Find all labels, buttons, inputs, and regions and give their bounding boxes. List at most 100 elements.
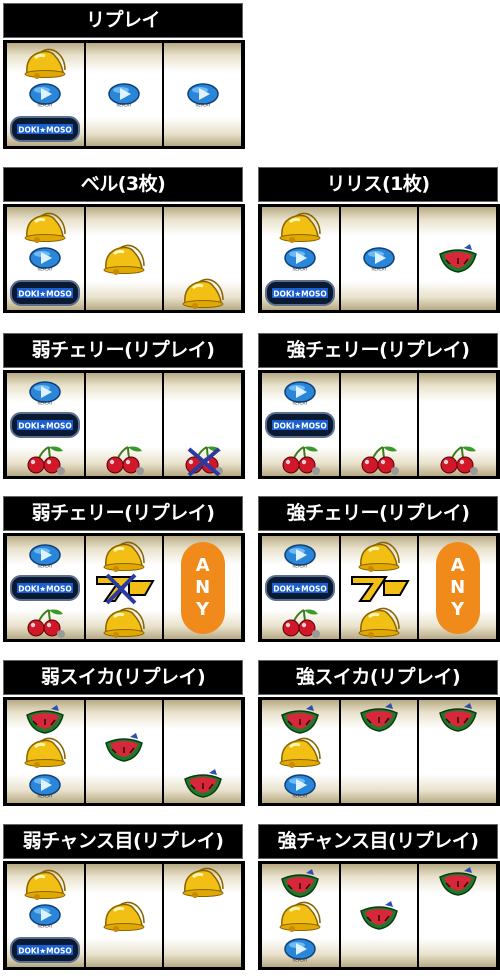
panel-title: 強スイカ(リプレイ): [258, 660, 498, 695]
cherry-icon: [278, 606, 322, 638]
svg-text:REPLAY: REPLAY: [195, 103, 210, 108]
svg-text:DOKI★MOSO: DOKI★MOSO: [19, 947, 73, 956]
panel-title: 弱スイカ(リプレイ): [3, 660, 243, 695]
bell-icon: [100, 607, 148, 638]
reel-2: [85, 700, 163, 803]
bell-icon: [100, 541, 148, 572]
svg-text:REPLAY: REPLAY: [293, 958, 308, 963]
cherry-icon: [102, 443, 146, 475]
reel-3: [164, 373, 242, 477]
replay-icon: REPLAY: [28, 247, 62, 272]
symbol-panel: 弱チェリー(リプレイ) REPLAY DOKI★MOSO ANY: [3, 496, 245, 642]
panel-title: 強チャンス目(リプレイ): [258, 824, 498, 859]
watermelon-icon: [357, 901, 401, 931]
svg-text:REPLAY: REPLAY: [38, 794, 53, 799]
svg-text:DOKI★MOSO: DOKI★MOSO: [19, 126, 73, 135]
svg-text:REPLAY: REPLAY: [372, 267, 387, 272]
reel-window: REPLAY: [258, 697, 500, 806]
svg-text:REPLAY: REPLAY: [293, 267, 308, 272]
svg-text:REPLAY: REPLAY: [38, 103, 53, 108]
any-letter: A: [195, 554, 210, 576]
symbol-panel: ベル(3枚) REPLAY DOKI★MOSO: [3, 167, 245, 313]
svg-text:DOKI★MOSO: DOKI★MOSO: [19, 422, 73, 431]
dokimoso-logo-icon: DOKI★MOSO: [10, 574, 81, 602]
replay-icon: REPLAY: [28, 774, 62, 799]
reel-1: REPLAY DOKI★MOSO: [7, 373, 84, 476]
replay-icon: REPLAY: [283, 774, 317, 799]
reel-3: [419, 373, 497, 476]
reel-window: REPLAY: [258, 861, 500, 970]
any-letter: Y: [451, 598, 465, 620]
reel-3: [419, 700, 497, 803]
symbol-panel: 強チェリー(リプレイ) REPLAY DOKI★MOSO: [258, 333, 500, 479]
bell-icon: [276, 212, 324, 243]
reel-2: [340, 700, 418, 803]
dokimoso-logo-icon: DOKI★MOSO: [10, 936, 81, 964]
reel-2: [340, 373, 418, 476]
dokimoso-logo-icon: DOKI★MOSO: [10, 279, 81, 307]
cherry-icon: [23, 606, 67, 638]
reel-3: [164, 864, 242, 967]
reel-window: REPLAY DOKI★MOSO ANY: [258, 533, 500, 642]
any-letter: N: [450, 576, 466, 598]
symbol-panel: リリス(1枚) REPLAY DOKI★MOSO REPLAY: [258, 167, 500, 313]
any-letter: A: [450, 554, 465, 576]
reel-1: REPLAY DOKI★MOSO: [7, 536, 84, 639]
panel-title: リリス(1枚): [258, 167, 498, 202]
reel-1: REPLAY DOKI★MOSO: [7, 207, 84, 310]
panel-title: 強チェリー(リプレイ): [258, 333, 498, 368]
replay-icon: REPLAY: [283, 938, 317, 963]
reel-3: [164, 207, 242, 310]
watermelon-icon: [278, 869, 322, 899]
panel-title: 弱チャンス目(リプレイ): [3, 824, 243, 859]
svg-text:REPLAY: REPLAY: [38, 267, 53, 272]
reel-window: REPLAY: [3, 697, 245, 806]
reel-1: REPLAY: [7, 700, 84, 803]
watermelon-icon: [23, 705, 67, 735]
reel-window: REPLAY DOKI★MOSO: [3, 861, 245, 970]
reel-2: [85, 536, 163, 639]
panel-title: リプレイ: [3, 3, 243, 38]
watermelon-icon: [278, 705, 322, 735]
reel-window: REPLAY DOKI★MOSO ANY: [3, 533, 245, 642]
reel-3: [419, 864, 497, 967]
bell-icon: [100, 901, 148, 932]
svg-text:REPLAY: REPLAY: [293, 794, 308, 799]
any-badge: ANY: [435, 541, 480, 634]
svg-text:REPLAY: REPLAY: [38, 401, 53, 406]
replay-icon: REPLAY: [107, 83, 141, 108]
symbol-panel: 弱チェリー(リプレイ) REPLAY DOKI★MOSO: [3, 333, 245, 479]
reel-2: [340, 536, 418, 639]
bell-icon: [179, 867, 227, 898]
cherry-crossed-icon: [181, 443, 225, 477]
cherry-icon: [23, 443, 67, 475]
svg-text:REPLAY: REPLAY: [117, 103, 132, 108]
bell-icon: [100, 244, 148, 275]
replay-icon: REPLAY: [186, 83, 220, 108]
dokimoso-logo-icon: DOKI★MOSO: [265, 279, 336, 307]
panel-title: 強チェリー(リプレイ): [258, 496, 498, 531]
bell-icon: [355, 607, 403, 638]
reel-2: [85, 207, 163, 310]
watermelon-icon: [436, 867, 480, 897]
symbol-panel: 強チャンス目(リプレイ) REPLAY: [258, 824, 500, 970]
svg-text:DOKI★MOSO: DOKI★MOSO: [274, 290, 328, 299]
watermelon-icon: [181, 769, 225, 799]
replay-icon: REPLAY: [283, 544, 317, 569]
replay-icon: REPLAY: [283, 381, 317, 406]
svg-text:REPLAY: REPLAY: [293, 401, 308, 406]
reel-3: REPLAY: [164, 43, 242, 146]
panel-title: 弱チェリー(リプレイ): [3, 496, 243, 531]
bell-icon: [276, 737, 324, 768]
watermelon-icon: [436, 244, 480, 274]
bell-icon: [276, 901, 324, 932]
symbol-panel: リプレイ REPLAY DOKI★MOSO REPLAY REPLAY: [3, 3, 245, 149]
watermelon-icon: [102, 733, 146, 763]
reel-2: REPLAY: [340, 207, 418, 310]
bell-icon: [21, 869, 69, 900]
reel-2: REPLAY: [85, 43, 163, 146]
svg-text:REPLAY: REPLAY: [293, 564, 308, 569]
bell-icon: [21, 212, 69, 243]
symbol-panel: 強スイカ(リプレイ) REPLAY: [258, 660, 500, 806]
reel-window: REPLAY DOKI★MOSO REPLAY: [258, 204, 500, 313]
